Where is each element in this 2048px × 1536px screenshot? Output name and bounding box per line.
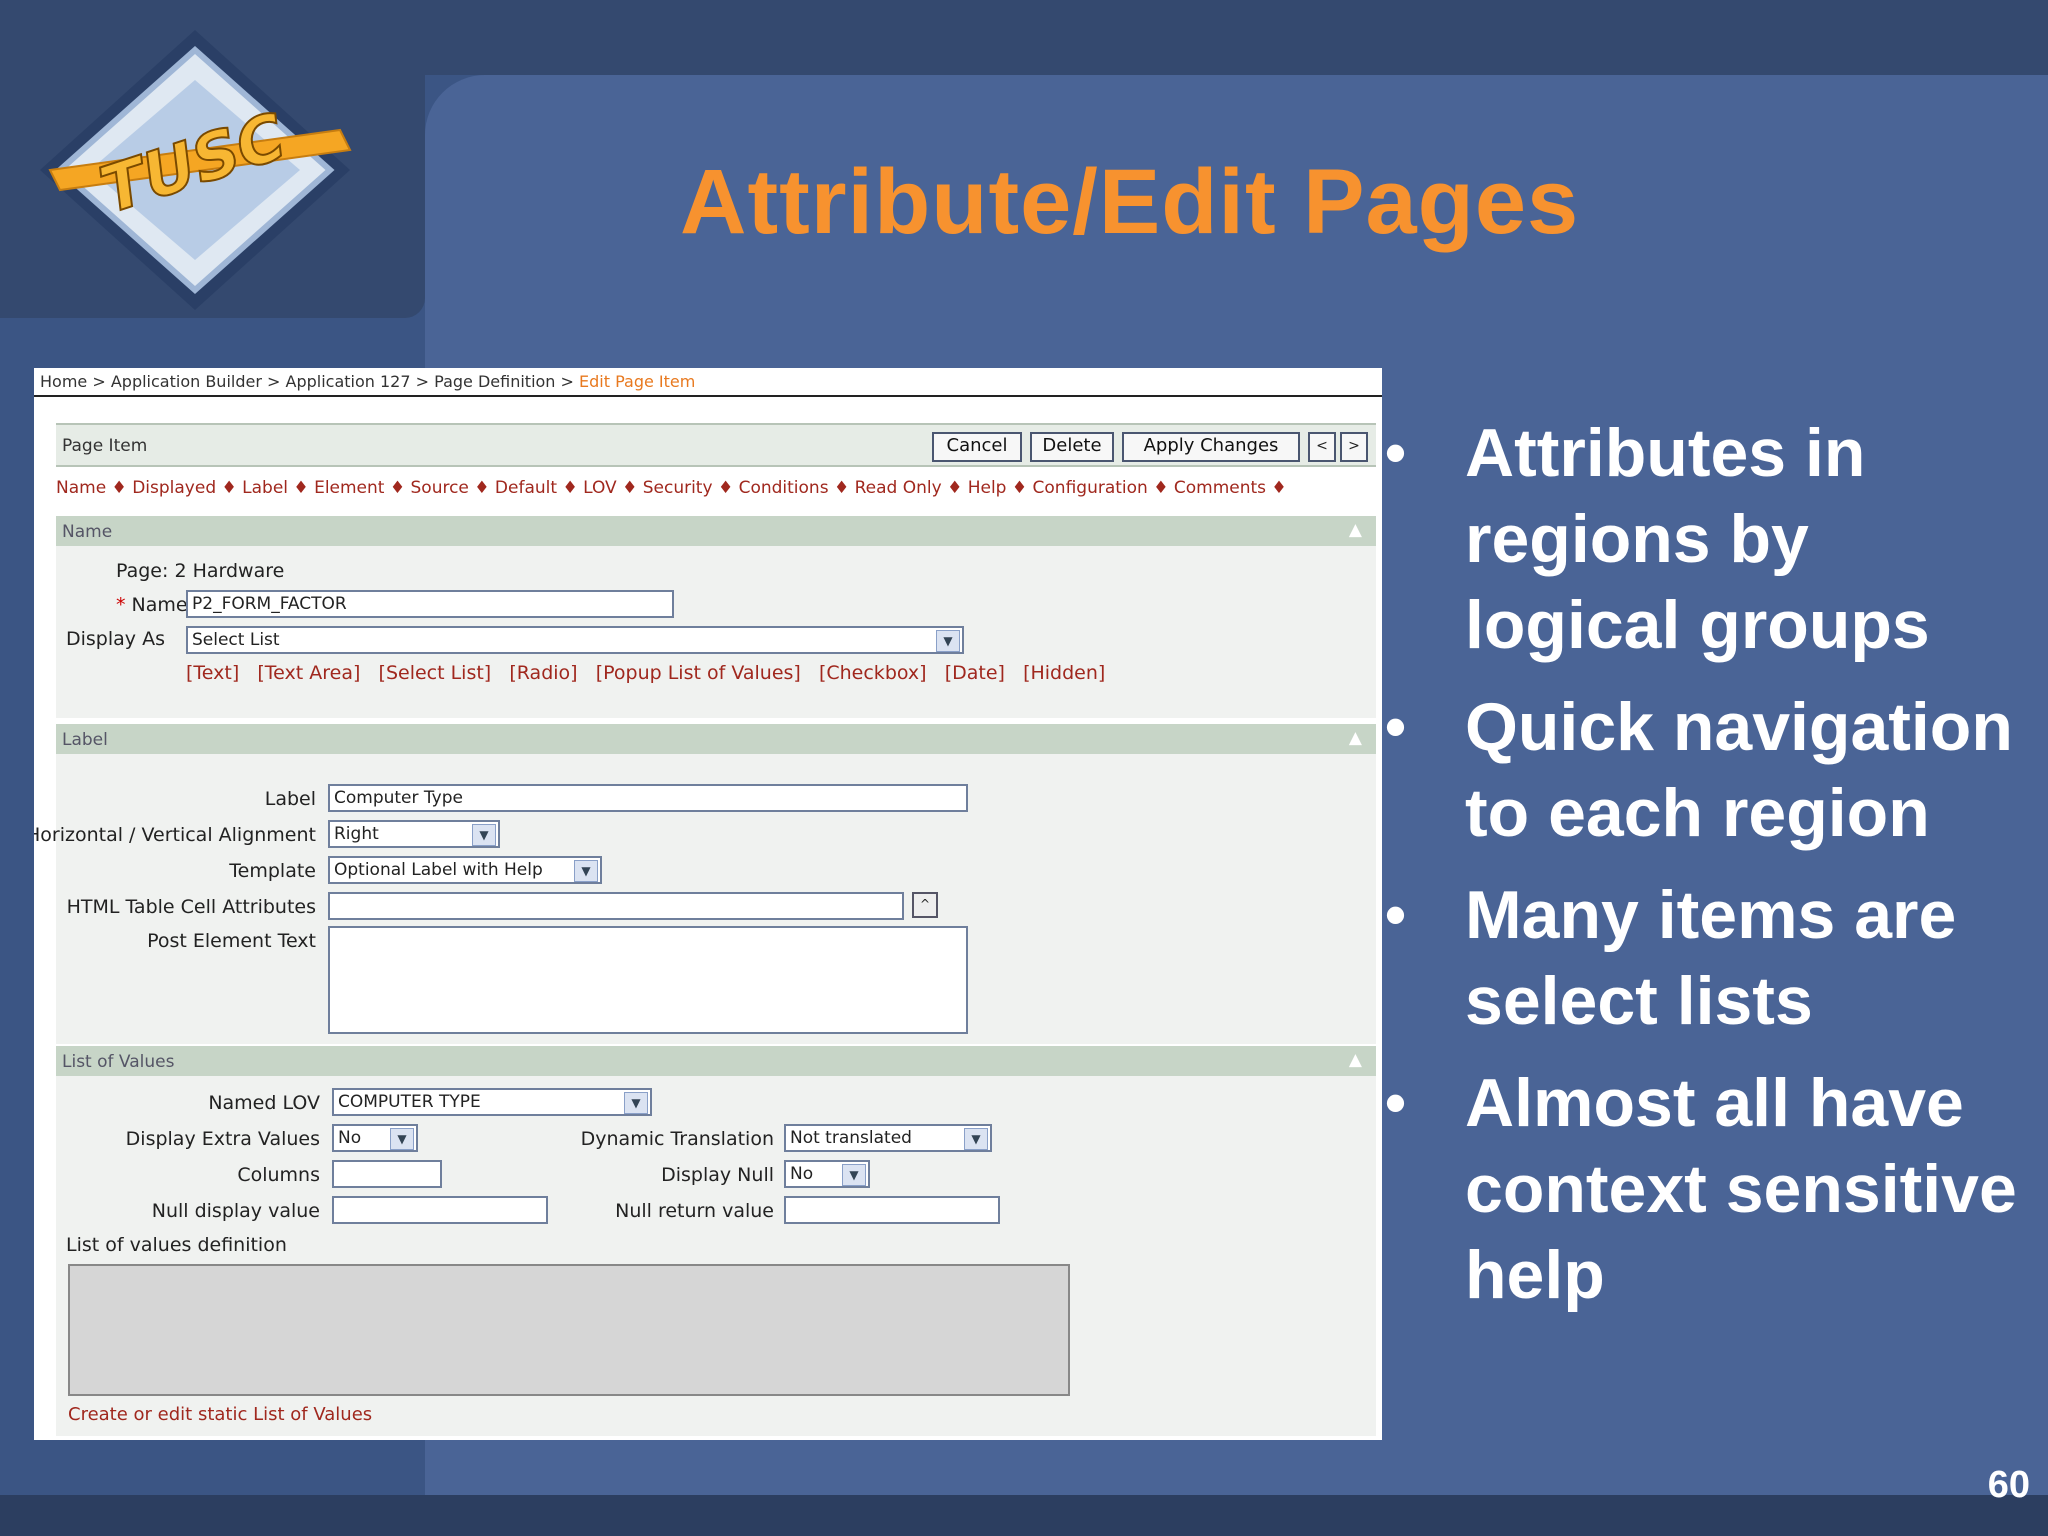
create-lov-link[interactable]: Create or edit static List of Values bbox=[68, 1404, 372, 1425]
lov-definition-area[interactable] bbox=[68, 1264, 1070, 1396]
page-item-header: Page Item Cancel Delete Apply Changes < … bbox=[56, 423, 1376, 467]
bullet-list: • Attributes in regions by logical groups… bbox=[1385, 410, 2025, 1334]
display-as-label: Display As bbox=[66, 628, 165, 650]
bullet-dot-icon: • bbox=[1385, 1069, 1407, 1136]
type-link-hidden[interactable]: [Hidden] bbox=[1023, 662, 1105, 684]
type-link-date[interactable]: [Date] bbox=[945, 662, 1005, 684]
page-number: 60 bbox=[1987, 1464, 2030, 1506]
bullet-dot-icon: • bbox=[1385, 693, 1407, 760]
bullet-dot-icon: • bbox=[1385, 881, 1407, 948]
crumb-application-builder[interactable]: Application Builder bbox=[111, 372, 262, 391]
type-link-radio[interactable]: [Radio] bbox=[509, 662, 577, 684]
page-label: Page: 2 Hardware bbox=[116, 560, 285, 582]
crumb-application[interactable]: Application 127 bbox=[286, 372, 411, 391]
dropdown-arrow-icon[interactable]: ▼ bbox=[574, 860, 598, 882]
type-link-checkbox[interactable]: [Checkbox] bbox=[819, 662, 927, 684]
breadcrumb-divider bbox=[34, 395, 1382, 397]
cell-attributes-label: HTML Table Cell Attributes bbox=[66, 896, 316, 918]
dropdown-arrow-icon[interactable]: ▼ bbox=[936, 630, 960, 652]
named-lov-label: Named LOV bbox=[208, 1092, 320, 1114]
label-region-header: Label ▲ bbox=[56, 724, 1376, 754]
cancel-button[interactable]: Cancel bbox=[932, 432, 1022, 462]
dynamic-translation-select[interactable]: Not translated ▼ bbox=[784, 1124, 992, 1152]
name-region-body: Page: 2 Hardware * Name P2_FORM_FACTOR D… bbox=[56, 546, 1376, 718]
columns-field[interactable] bbox=[332, 1160, 442, 1188]
page-item-label: Page Item bbox=[62, 436, 148, 456]
dropdown-arrow-icon[interactable]: ▼ bbox=[624, 1092, 648, 1114]
scroll-top-icon[interactable]: ▲ bbox=[1349, 520, 1362, 540]
dropdown-arrow-icon[interactable]: ▼ bbox=[472, 824, 496, 846]
extra-values-select[interactable]: No ▼ bbox=[332, 1124, 418, 1152]
bullet-item: • Quick navigation to each region bbox=[1385, 684, 2025, 856]
scroll-top-icon[interactable]: ▲ bbox=[1349, 1050, 1362, 1070]
alignment-label: Horizontal / Vertical Alignment bbox=[34, 824, 316, 846]
label-region: Label ▲ Label Computer Type Horizontal /… bbox=[34, 724, 1376, 1044]
type-link-popup-lov[interactable]: [Popup List of Values] bbox=[596, 662, 801, 684]
lov-region-body: Named LOV COMPUTER TYPE ▼ Display Extra … bbox=[56, 1076, 1376, 1436]
previous-item-button[interactable]: < bbox=[1308, 432, 1336, 462]
label-field-label: Label bbox=[264, 788, 316, 810]
lov-region: List of Values ▲ Named LOV COMPUTER TYPE… bbox=[56, 1046, 1376, 1436]
template-select[interactable]: Optional Label with Help ▼ bbox=[328, 856, 602, 884]
name-field-label: Name bbox=[131, 594, 188, 616]
lov-definition-label: List of values definition bbox=[66, 1234, 287, 1256]
name-region: Name ▲ Page: 2 Hardware * Name P2_FORM_F… bbox=[56, 516, 1376, 718]
required-icon: * bbox=[116, 594, 126, 616]
bullet-item: • Almost all have context sensitive help bbox=[1385, 1060, 2025, 1318]
extra-values-label: Display Extra Values bbox=[125, 1128, 320, 1150]
display-as-select[interactable]: Select List ▼ bbox=[186, 626, 964, 654]
edit-page-item-screenshot: Home > Application Builder > Application… bbox=[34, 368, 1382, 1440]
popup-icon[interactable]: ^ bbox=[912, 892, 938, 918]
display-type-links: [Text] [Text Area] [Select List] [Radio]… bbox=[186, 662, 1105, 684]
label-field[interactable]: Computer Type bbox=[328, 784, 968, 812]
null-display-label: Null display value bbox=[151, 1200, 320, 1222]
lov-region-header: List of Values ▲ bbox=[56, 1046, 1376, 1076]
display-null-select[interactable]: No ▼ bbox=[784, 1160, 870, 1188]
alignment-select[interactable]: Right ▼ bbox=[328, 820, 500, 848]
bullet-item: • Many items are select lists bbox=[1385, 872, 2025, 1044]
region-navigation-links[interactable]: Name ♦ Displayed ♦ Label ♦ Element ♦ Sou… bbox=[56, 478, 1376, 498]
post-element-text-label: Post Element Text bbox=[147, 930, 316, 952]
bullet-dot-icon: • bbox=[1385, 419, 1407, 486]
cell-attributes-field[interactable] bbox=[328, 892, 904, 920]
label-region-body: Label Computer Type Horizontal / Vertica… bbox=[34, 754, 1376, 1044]
display-null-label: Display Null bbox=[661, 1164, 774, 1186]
columns-label: Columns bbox=[237, 1164, 320, 1186]
dropdown-arrow-icon[interactable]: ▼ bbox=[390, 1128, 414, 1150]
type-link-select-list[interactable]: [Select List] bbox=[379, 662, 492, 684]
bottom-bar bbox=[0, 1495, 2048, 1536]
named-lov-select[interactable]: COMPUTER TYPE ▼ bbox=[332, 1088, 652, 1116]
dropdown-arrow-icon[interactable]: ▼ bbox=[964, 1128, 988, 1150]
tusc-logo: TUSC bbox=[40, 30, 352, 310]
slide-title: Attribute/Edit Pages bbox=[680, 151, 1580, 253]
null-return-field[interactable] bbox=[784, 1196, 1000, 1224]
name-region-header: Name ▲ bbox=[56, 516, 1376, 546]
dropdown-arrow-icon[interactable]: ▼ bbox=[842, 1164, 866, 1186]
bullet-item: • Attributes in regions by logical groups bbox=[1385, 410, 2025, 668]
null-display-field[interactable] bbox=[332, 1196, 548, 1224]
type-link-text[interactable]: [Text] bbox=[186, 662, 239, 684]
type-link-text-area[interactable]: [Text Area] bbox=[257, 662, 360, 684]
crumb-page-definition[interactable]: Page Definition bbox=[434, 372, 555, 391]
name-field[interactable]: P2_FORM_FACTOR bbox=[186, 590, 674, 618]
apply-changes-button[interactable]: Apply Changes bbox=[1122, 432, 1300, 462]
crumb-current: Edit Page Item bbox=[579, 372, 696, 391]
scroll-top-icon[interactable]: ▲ bbox=[1349, 728, 1362, 748]
delete-button[interactable]: Delete bbox=[1030, 432, 1114, 462]
post-element-text-area[interactable] bbox=[328, 926, 968, 1034]
template-label: Template bbox=[229, 860, 316, 882]
next-item-button[interactable]: > bbox=[1340, 432, 1368, 462]
breadcrumb: Home > Application Builder > Application… bbox=[40, 372, 696, 391]
null-return-label: Null return value bbox=[615, 1200, 774, 1222]
crumb-home[interactable]: Home bbox=[40, 372, 87, 391]
dynamic-translation-label: Dynamic Translation bbox=[580, 1128, 774, 1150]
